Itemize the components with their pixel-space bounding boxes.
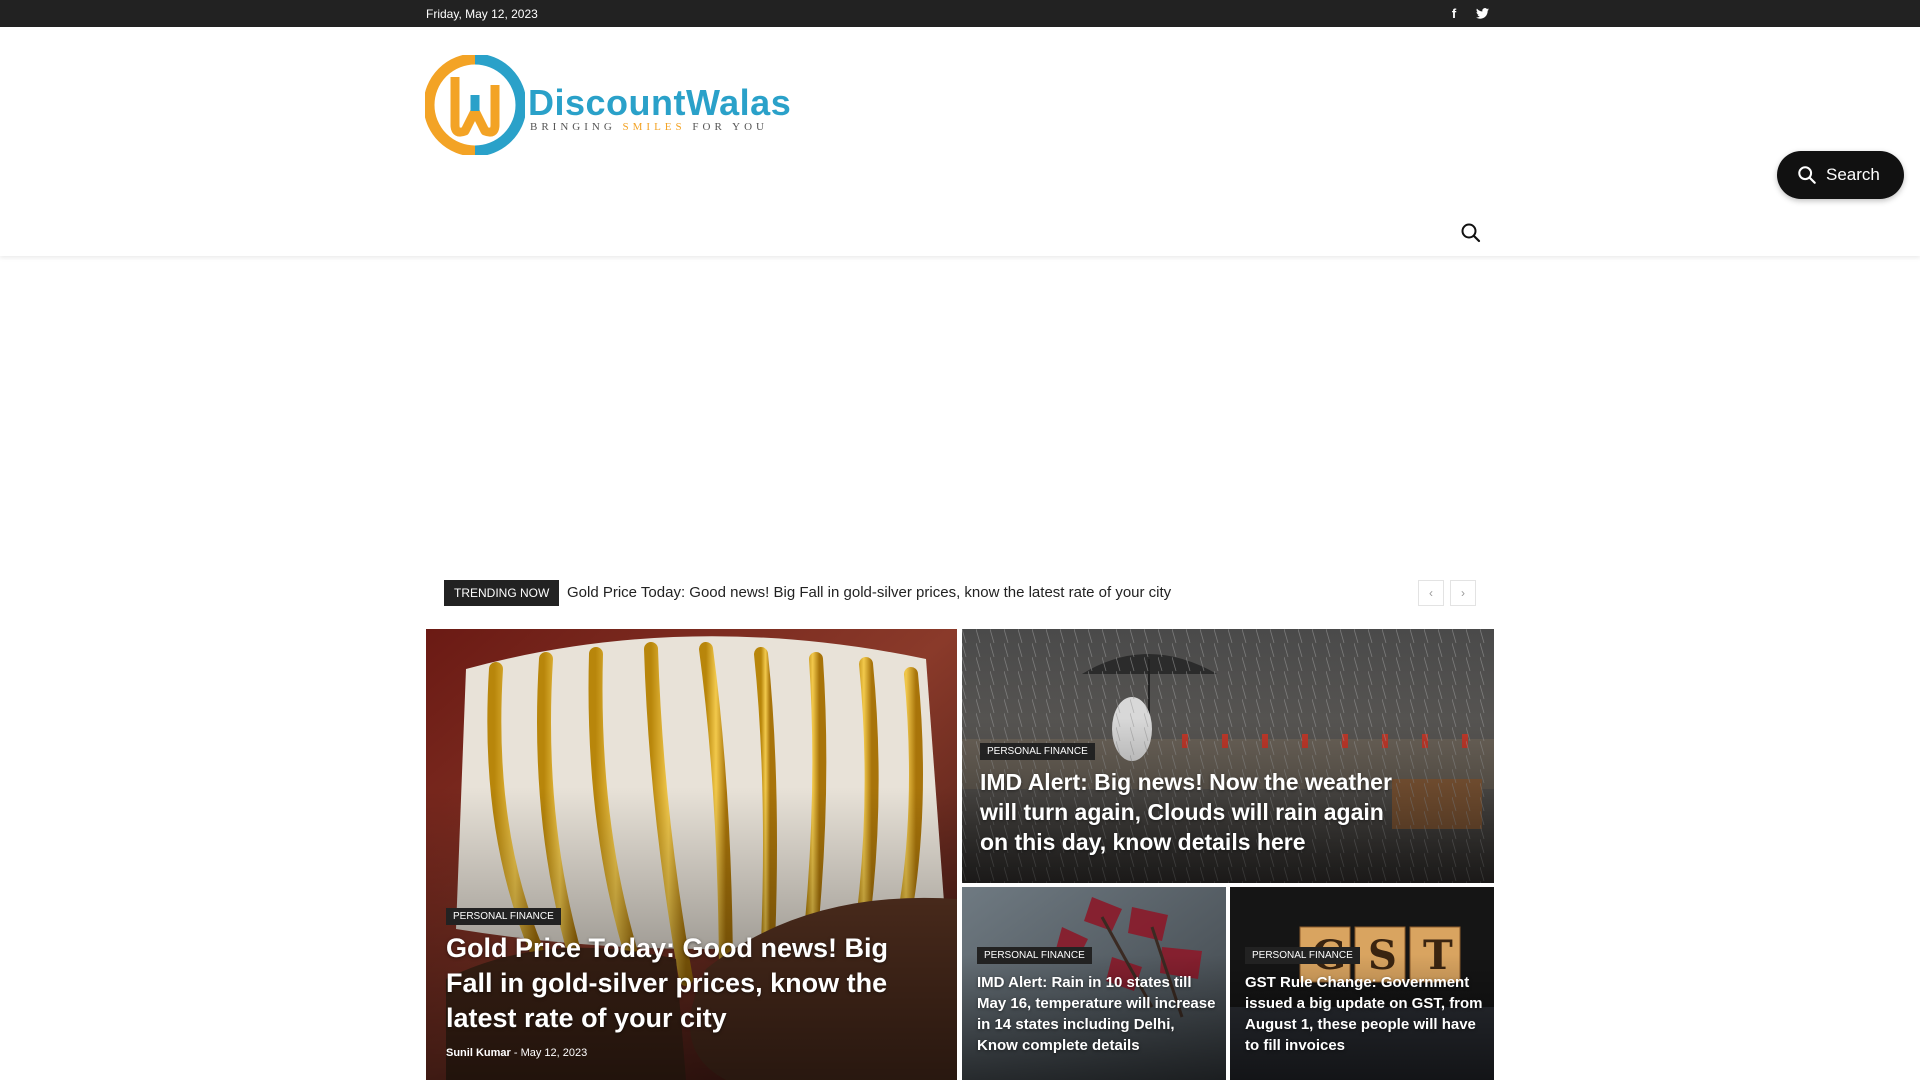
search-icon[interactable] xyxy=(1460,222,1482,244)
article-title[interactable]: IMD Alert: Rain in 10 states till May 16… xyxy=(977,972,1217,1056)
logo-tagline: BRINGING SMILES FOR YOU xyxy=(530,121,768,133)
floating-search-button[interactable]: Search xyxy=(1777,151,1904,199)
featured-article-weather[interactable]: PERSONAL FINANCE IMD Alert: Big news! No… xyxy=(962,629,1494,883)
top-bar: Friday, May 12, 2023 f xyxy=(0,0,1920,27)
site-header: DiscountWalas BRINGING SMILES FOR YOU xyxy=(0,27,1920,256)
trending-next-button[interactable]: › xyxy=(1450,580,1476,606)
article-gst-update[interactable]: GST PERSONAL FINANCE GST Rule Change: Go… xyxy=(1230,887,1494,1080)
article-title[interactable]: Gold Price Today: Good news! Big Fall in… xyxy=(446,931,906,1036)
featured-article-gold[interactable]: PERSONAL FINANCE Gold Price Today: Good … xyxy=(426,629,957,1080)
twitter-icon[interactable] xyxy=(1474,5,1490,21)
trending-badge: TRENDING NOW xyxy=(444,580,560,606)
category-badge[interactable]: PERSONAL FINANCE xyxy=(1245,947,1360,964)
article-title[interactable]: IMD Alert: Big news! Now the weather wil… xyxy=(980,767,1400,857)
article-author[interactable]: Sunil Kumar xyxy=(446,1047,511,1059)
facebook-icon[interactable]: f xyxy=(1446,5,1462,21)
trending-prev-button[interactable]: ‹ xyxy=(1418,580,1444,606)
site-logo[interactable]: DiscountWalas BRINGING SMILES FOR YOU xyxy=(425,55,791,155)
article-rain-alert[interactable]: PERSONAL FINANCE IMD Alert: Rain in 10 s… xyxy=(962,887,1226,1080)
search-button-label: Search xyxy=(1826,165,1880,184)
category-badge[interactable]: PERSONAL FINANCE xyxy=(980,743,1095,760)
trending-bar: TRENDING NOW Gold Price Today: Good news… xyxy=(444,580,1478,606)
logo-wordmark: DiscountWalas xyxy=(528,82,792,123)
category-badge[interactable]: PERSONAL FINANCE xyxy=(977,947,1092,964)
logo-mark-icon xyxy=(425,55,525,155)
category-badge[interactable]: PERSONAL FINANCE xyxy=(446,908,561,925)
article-title[interactable]: GST Rule Change: Government issued a big… xyxy=(1245,972,1485,1056)
search-icon xyxy=(1798,166,1816,184)
current-date: Friday, May 12, 2023 xyxy=(426,7,538,21)
article-date: May 12, 2023 xyxy=(520,1047,588,1059)
meta-separator: - xyxy=(513,1047,518,1059)
trending-headline-link[interactable]: Gold Price Today: Good news! Big Fall in… xyxy=(567,584,1171,601)
article-meta: Sunil Kumar - May 12, 2023 xyxy=(446,1047,587,1059)
